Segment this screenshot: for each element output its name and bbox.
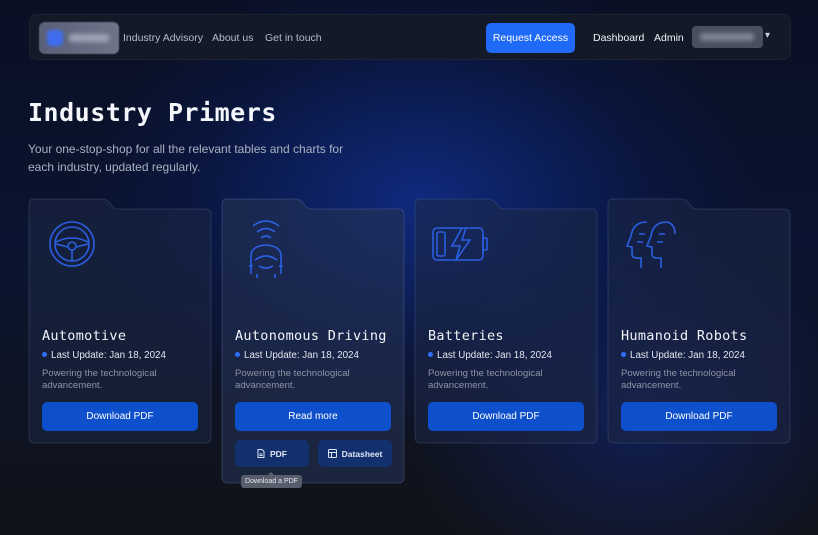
nav-link-get-in-touch[interactable]: Get in touch xyxy=(265,32,322,44)
read-more-button[interactable]: Read more xyxy=(235,402,391,431)
card-description: Powering the technological advancement. xyxy=(42,368,157,391)
battery-charging-icon xyxy=(432,227,488,261)
request-access-button[interactable]: Request Access xyxy=(486,23,575,53)
nav-link-admin[interactable]: Admin xyxy=(654,32,684,44)
document-icon xyxy=(257,449,265,458)
car-signal-icon xyxy=(249,220,283,278)
status-dot-icon xyxy=(42,352,47,357)
brand-logo[interactable] xyxy=(39,22,119,54)
nav-link-about-us[interactable]: About us xyxy=(212,32,253,44)
pdf-button[interactable]: PDF xyxy=(235,440,309,467)
card-automotive: Automotive Last Update: Jan 18, 2024 Pow… xyxy=(28,198,212,444)
card-description: Powering the technological advancement. xyxy=(235,368,350,391)
download-pdf-button[interactable]: Download PDF xyxy=(42,402,198,431)
logo-mark-icon xyxy=(47,30,63,46)
card-humanoid-robots: Humanoid Robots Last Update: Jan 18, 202… xyxy=(607,198,791,444)
steering-wheel-icon xyxy=(49,221,95,267)
last-update-label: Last Update: Jan 18, 2024 xyxy=(621,350,745,361)
page-title: Industry Primers xyxy=(28,98,277,127)
card-title: Automotive xyxy=(42,328,127,344)
status-dot-icon xyxy=(621,352,626,357)
last-update-label: Last Update: Jan 18, 2024 xyxy=(428,350,552,361)
logo-wordmark-redacted xyxy=(69,34,109,42)
datasheet-button[interactable]: Datasheet xyxy=(318,440,392,467)
spreadsheet-icon xyxy=(327,449,337,458)
card-description: Powering the technological advancement. xyxy=(428,368,543,391)
card-title: Autonomous Driving xyxy=(235,328,387,344)
card-description: Powering the technological advancement. xyxy=(621,368,736,391)
card-batteries: Batteries Last Update: Jan 18, 2024 Powe… xyxy=(414,198,598,444)
nav-link-industry-advisory[interactable]: Industry Advisory xyxy=(123,32,203,44)
nav-link-dashboard[interactable]: Dashboard xyxy=(593,32,644,44)
download-pdf-button[interactable]: Download PDF xyxy=(428,402,584,431)
card-title: Humanoid Robots xyxy=(621,328,748,344)
card-title: Batteries xyxy=(428,328,504,344)
last-update-label: Last Update: Jan 18, 2024 xyxy=(42,350,166,361)
download-pdf-tooltip: Download a PDF xyxy=(241,475,302,488)
download-pdf-button[interactable]: Download PDF xyxy=(621,402,777,431)
robot-heads-icon xyxy=(625,221,676,268)
status-dot-icon xyxy=(235,352,240,357)
chevron-down-icon[interactable]: ▾ xyxy=(765,30,770,41)
card-autonomous-driving: Autonomous Driving Last Update: Jan 18, … xyxy=(221,198,405,484)
last-update-label: Last Update: Jan 18, 2024 xyxy=(235,350,359,361)
status-dot-icon xyxy=(428,352,433,357)
page-subtitle: Your one-stop-shop for all the relevant … xyxy=(28,142,344,174)
top-navbar: Industry Advisory About us Get in touch … xyxy=(29,14,791,60)
user-account-redacted[interactable] xyxy=(692,26,763,48)
